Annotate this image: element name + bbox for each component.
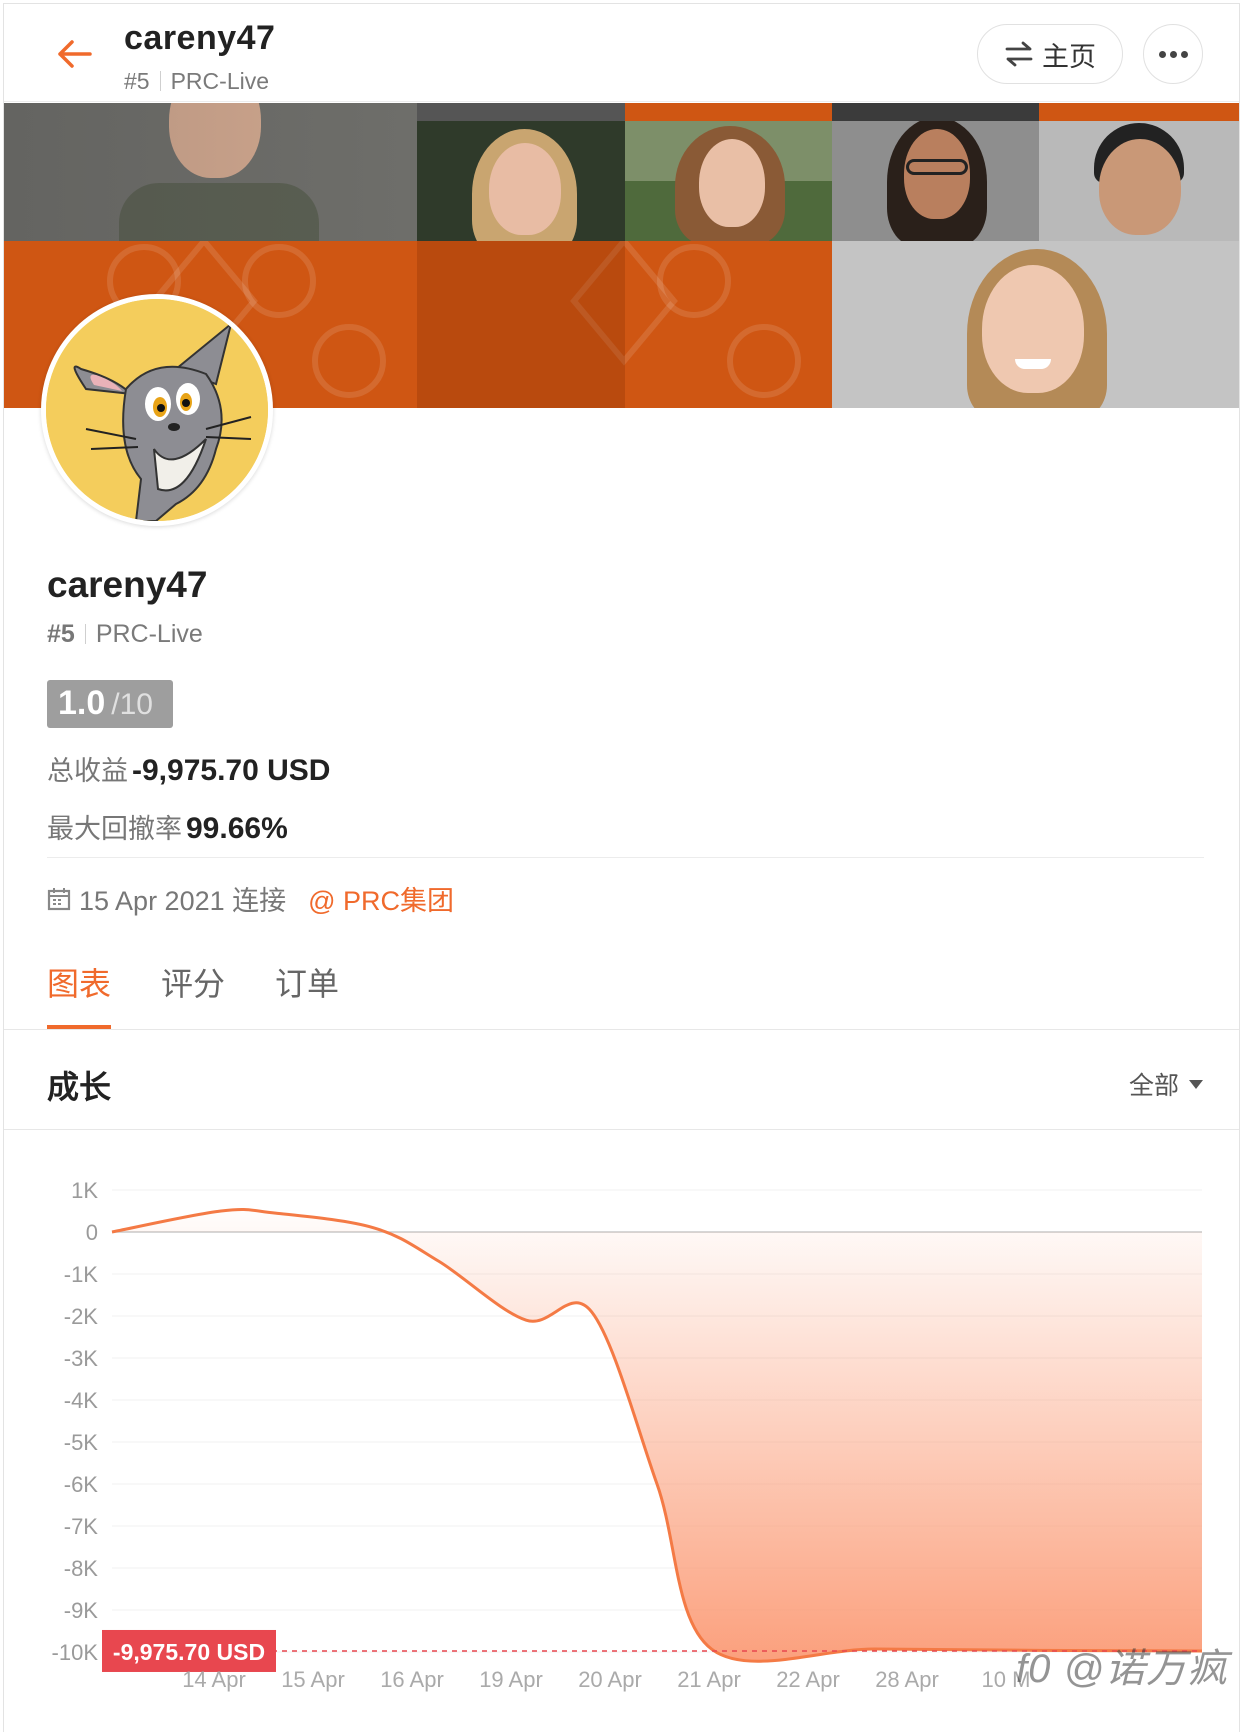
banner-photo [625, 121, 832, 241]
tab-chart[interactable]: 图表 [47, 959, 112, 1029]
y-tick-label: -10K [52, 1640, 99, 1665]
banner-photo [832, 121, 1039, 241]
range-dropdown-label: 全部 [1129, 1072, 1180, 1100]
x-tick-label: 14 Apr [182, 1667, 246, 1692]
back-arrow-icon[interactable] [54, 34, 94, 74]
y-tick-label: -9K [64, 1598, 99, 1623]
x-tick-label: 22 Apr [776, 1667, 840, 1692]
y-tick-label: -4K [64, 1388, 99, 1413]
header-account: PRC-Live [170, 68, 270, 94]
profile-account: PRC-Live [95, 620, 203, 648]
banner-photo [1039, 121, 1239, 241]
score-value: 1.0 [58, 684, 106, 722]
home-button[interactable]: 主页 [977, 24, 1123, 84]
banner-photo [832, 241, 1239, 408]
profile-subtitle: #5 PRC-Live [47, 620, 203, 649]
score-badge: 1.0 /10 [47, 680, 173, 728]
divider [84, 624, 86, 644]
max-drawdown-value: 99.66% [186, 812, 288, 845]
tab-rating[interactable]: 评分 [161, 959, 225, 1029]
connection-info: 15 Apr 2021 连接 @ PRC集团 [47, 879, 454, 918]
y-tick-label: -7K [64, 1514, 99, 1539]
connected-date: 15 Apr 2021 连接 [79, 886, 287, 916]
profile-page: careny47 #5 PRC-Live 主页 careny47 #5 PRC-… [3, 3, 1240, 1732]
company-link[interactable]: @ PRC集团 [308, 879, 454, 918]
profile-rank: #5 [47, 620, 75, 648]
calendar-icon [47, 887, 71, 910]
series-area [112, 1209, 1202, 1662]
divider [159, 71, 161, 91]
avatar [41, 294, 273, 526]
home-button-label: 主页 [1042, 41, 1096, 72]
total-profit-value: -9,975.70 USD [132, 754, 331, 787]
y-tick-label: -8K [64, 1556, 99, 1581]
caret-down-icon [1189, 1079, 1204, 1089]
swap-arrows-icon [1005, 41, 1033, 67]
more-dot-icon [1158, 50, 1166, 58]
tab-orders[interactable]: 订单 [275, 959, 339, 1029]
x-tick-label: 20 Apr [578, 1667, 642, 1692]
banner-photo [417, 121, 625, 241]
more-options-button[interactable] [1143, 24, 1203, 84]
watermark: f0 @诺万疯 [1016, 1647, 1229, 1691]
x-tick-label: 16 Apr [380, 1667, 444, 1692]
top-bar: careny47 #5 PRC-Live 主页 [4, 4, 1239, 102]
header-title: careny47 [124, 19, 276, 57]
profile-name: careny47 [47, 564, 208, 605]
tab-bar: 图表 评分 订单 [47, 959, 339, 1029]
x-tick-label: 21 Apr [677, 1667, 741, 1692]
divider [4, 1029, 1239, 1030]
y-tick-label: 0 [86, 1220, 98, 1245]
x-tick-label: 28 Apr [875, 1667, 939, 1692]
divider [47, 857, 1204, 858]
range-dropdown[interactable]: 全部 [1129, 1066, 1204, 1102]
banner-photo [4, 103, 417, 241]
growth-title: 成长 [47, 1069, 112, 1105]
total-profit: 总收益 -9,975.70 USD [47, 749, 330, 788]
y-tick-label: -5K [64, 1430, 99, 1455]
y-tick-label: -1K [64, 1262, 99, 1287]
y-tick-label: -3K [64, 1346, 99, 1371]
x-tick-label: 19 Apr [479, 1667, 543, 1692]
score-max: /10 [111, 688, 153, 721]
y-tick-label: 1K [71, 1178, 98, 1203]
total-profit-label: 总收益 [47, 756, 128, 786]
max-drawdown: 最大回撤率 99.66% [47, 807, 288, 846]
max-drawdown-label: 最大回撤率 [47, 814, 182, 844]
last-value-label: -9,975.70 USD [113, 1639, 265, 1665]
y-tick-label: -2K [64, 1304, 99, 1329]
x-tick-label: 15 Apr [281, 1667, 345, 1692]
y-tick-label: -6K [64, 1472, 99, 1497]
header-subtitle: #5 PRC-Live [124, 68, 269, 95]
header-rank: #5 [124, 68, 150, 94]
